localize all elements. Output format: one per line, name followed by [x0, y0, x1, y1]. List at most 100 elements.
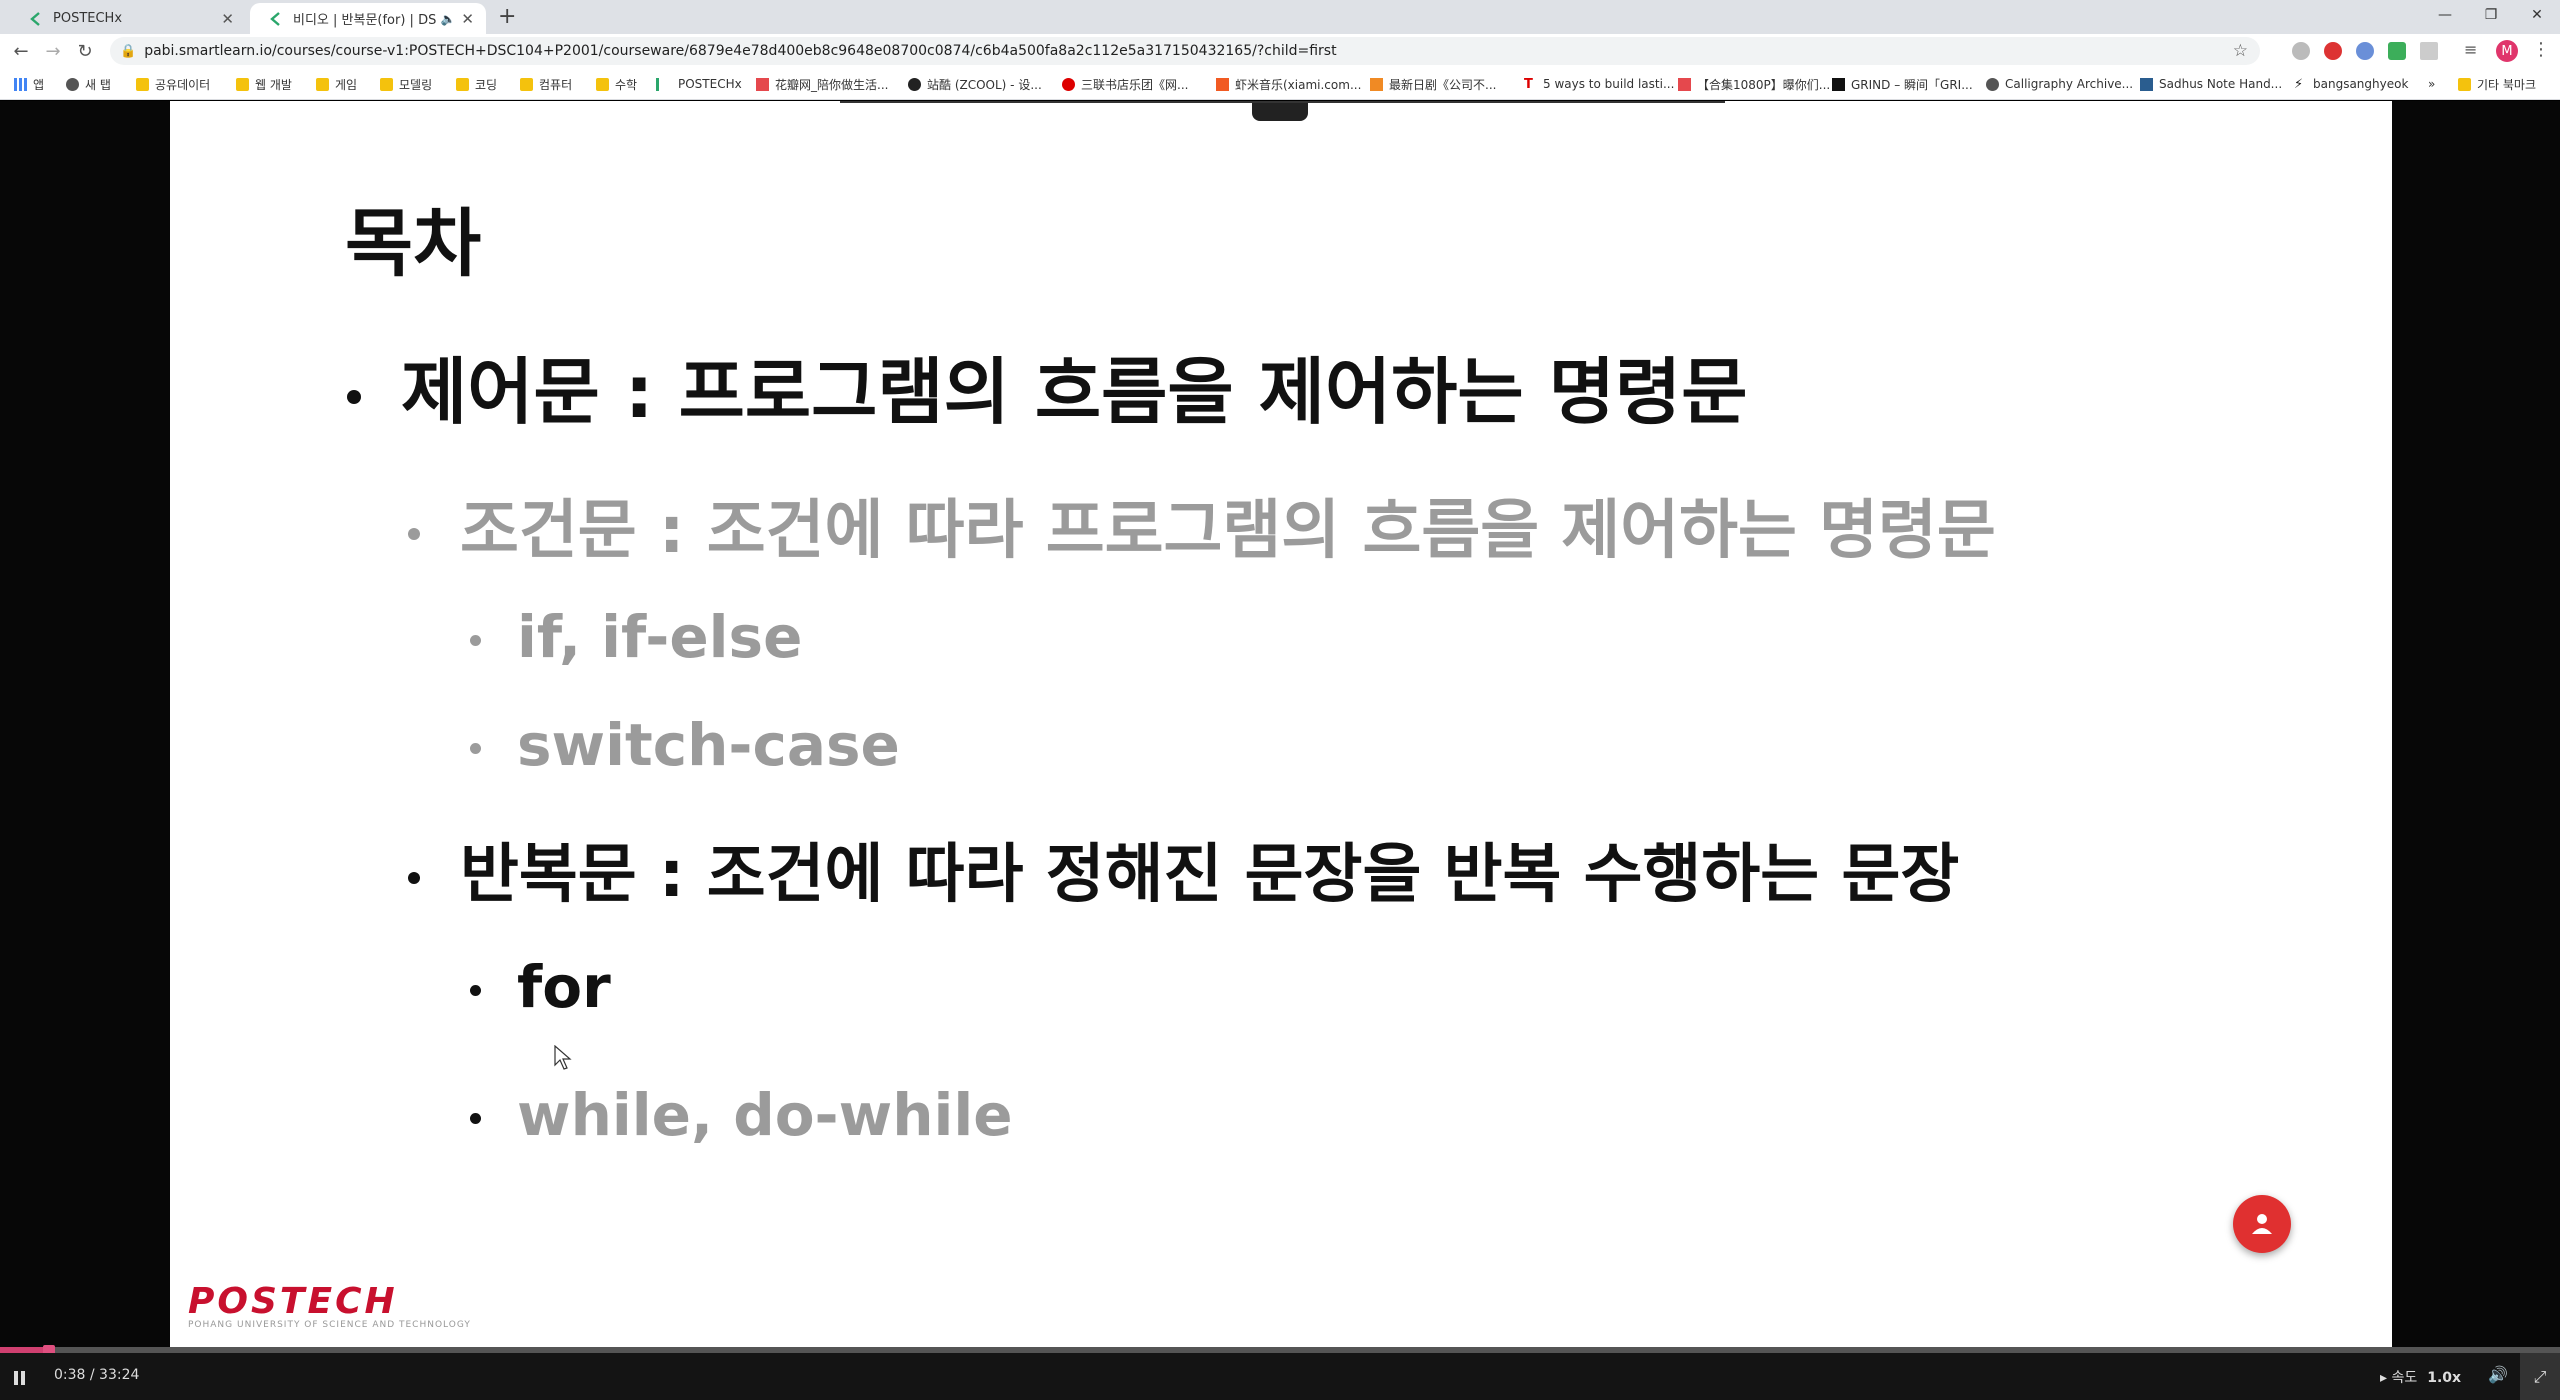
t-icon: T — [1524, 76, 1533, 92]
bookmark-apps[interactable]: 앱 — [14, 75, 44, 93]
extension-blue-icon[interactable] — [2356, 42, 2374, 60]
postech-logo: POSTECH POHANG UNIVERSITY OF SCIENCE AND… — [188, 1281, 471, 1330]
folder-icon — [236, 77, 249, 91]
tab-close-icon[interactable]: ✕ — [461, 10, 474, 28]
folder-icon — [2458, 77, 2471, 91]
bullet-item: switch-case — [470, 711, 900, 779]
tab-postechx[interactable]: POSTECHx ✕ — [10, 3, 246, 34]
back-button[interactable]: ← — [8, 38, 34, 64]
tab-title: 비디오 | 반복문(for) | DSC10 — [293, 13, 437, 28]
bullet-dot — [408, 528, 420, 541]
bookmark-folder[interactable]: 공유데이터 — [136, 75, 210, 93]
bookmark-folder[interactable]: 웹 개발 — [236, 75, 292, 93]
bilibili-icon — [1678, 77, 1691, 91]
zcool-icon — [908, 77, 921, 91]
mouse-cursor-icon — [554, 1045, 572, 1070]
bullet-dot — [408, 872, 420, 885]
tab-strip: POSTECHx ✕ 비디오 | 반복문(for) | DSC10 🔈 ✕ + … — [0, 0, 2560, 34]
bullet-item: 조건문 : 조건에 따라 프로그램의 흐름을 제어하는 명령문 — [408, 479, 1996, 571]
bullet-item: 반복문 : 조건에 따라 정해진 문장을 반복 수행하는 문장 — [408, 823, 1959, 915]
bookmark-item[interactable]: T5 ways to build lasti... — [1524, 75, 1674, 93]
tab-close-icon[interactable]: ✕ — [221, 10, 234, 28]
bullet-dot — [470, 985, 481, 997]
player-controls: 0:38 / 33:24 ▸ 속도 1.0x 🔊 ⤢ — [0, 1353, 2560, 1400]
extension-cloud-icon[interactable] — [2292, 42, 2310, 60]
postechx-favicon-icon — [30, 11, 40, 26]
extension-shield-icon[interactable] — [2388, 42, 2406, 60]
address-bar[interactable]: 🔒 pabi.smartlearn.io/courses/course-v1:P… — [110, 37, 2260, 65]
media-controls-icon[interactable]: ≡ — [2464, 40, 2482, 59]
bookmark-folder[interactable]: 모델링 — [380, 75, 432, 93]
browser-toolbar: ← → ↻ 🔒 pabi.smartlearn.io/courses/cours… — [0, 34, 2560, 68]
bookmark-item[interactable]: GRIND – 瞬间「GRI... — [1832, 75, 1973, 93]
slide-top-handle — [1252, 103, 1308, 121]
bullet-dot — [470, 1113, 481, 1125]
restore-icon[interactable]: ❐ — [2468, 0, 2514, 30]
apps-grid-icon — [14, 77, 27, 91]
tab-title: POSTECHx — [53, 11, 123, 26]
bookmark-item[interactable]: POSTECHx — [656, 75, 742, 93]
extension-red-icon[interactable] — [2324, 42, 2342, 60]
url-text: pabi.smartlearn.io/courses/course-v1:POS… — [144, 43, 1337, 59]
bookmark-item[interactable]: 最新日剧《公司不... — [1370, 75, 1496, 93]
bolt-icon: ⚡ — [2294, 76, 2304, 92]
close-window-icon[interactable]: ✕ — [2514, 0, 2560, 30]
xiami-icon — [1216, 77, 1229, 91]
folder-icon — [380, 77, 393, 91]
bookmark-item[interactable]: ⚡ bangsanghyeok — [2294, 75, 2408, 93]
bookmark-item[interactable]: 새 탭 — [66, 75, 111, 93]
minimize-icon[interactable]: — — [2422, 0, 2468, 30]
bookmark-star-icon[interactable]: ☆ — [2233, 41, 2248, 61]
bullet-dot — [347, 390, 361, 405]
folder-icon — [520, 77, 533, 91]
tab-video[interactable]: 비디오 | 반복문(for) | DSC10 🔈 ✕ — [250, 3, 486, 34]
slide-title: 목차 — [345, 201, 482, 287]
bookmark-item[interactable]: 花瓣网_陪你做生活... — [756, 75, 888, 93]
bookmark-item[interactable]: 【合集1080P】曝你们... — [1678, 75, 1830, 93]
huaban-icon — [756, 77, 769, 91]
audio-playing-icon[interactable]: 🔈 — [440, 12, 455, 26]
bullet-item: if, if-else — [470, 603, 802, 671]
bullet-dot — [470, 635, 481, 647]
postechx-favicon-icon — [270, 11, 280, 26]
speed-control[interactable]: ▸ 속도 1.0x — [2380, 1367, 2461, 1387]
bookmark-item[interactable]: 站酷 (ZCOOL) - 设... — [908, 75, 1042, 93]
bullet-dot — [470, 743, 481, 755]
volume-icon[interactable]: 🔊 — [2488, 1365, 2508, 1384]
folder-icon — [136, 77, 149, 91]
music-icon — [1062, 77, 1075, 91]
globe-icon — [1986, 77, 1999, 91]
bullet-item: while, do-while — [470, 1081, 1013, 1149]
bookmarks-bar: 앱 새 탭 공유데이터 웹 개발 게임 모델링 코딩 컴퓨터 수학 POSTEC… — [0, 68, 2560, 100]
person-chat-icon — [2252, 1214, 2272, 1234]
bullet-item: for — [470, 953, 611, 1021]
pause-button[interactable] — [14, 1371, 26, 1385]
profile-avatar[interactable]: M — [2496, 40, 2518, 62]
menu-kebab-icon[interactable]: ⋮ — [2532, 39, 2550, 60]
play-triangle-icon: ▸ — [2380, 1370, 2392, 1386]
bookmark-item[interactable]: 虾米音乐(xiami.com... — [1216, 75, 1361, 93]
playback-time: 0:38 / 33:24 — [54, 1367, 140, 1383]
bookmark-item[interactable]: 三联书店乐团《网... — [1062, 75, 1188, 93]
lecture-slide: 목차 제어문 : 프로그램의 흐름을 제어하는 명령문 조건문 : 조건에 따라… — [170, 101, 2392, 1347]
globe-icon — [66, 77, 79, 91]
bookmark-other-folder[interactable]: 기타 북마크 — [2458, 75, 2536, 93]
fullscreen-button[interactable]: ⤢ — [2520, 1353, 2560, 1400]
drama-icon — [1370, 77, 1383, 91]
bookmark-folder[interactable]: 수학 — [596, 75, 637, 93]
folder-icon — [456, 77, 469, 91]
bookmark-item[interactable]: Calligraphy Archive... — [1986, 75, 2133, 93]
bookmark-folder[interactable]: 게임 — [316, 75, 357, 93]
chat-assistant-button[interactable] — [2233, 1195, 2291, 1253]
bookmark-folder[interactable]: 코딩 — [456, 75, 497, 93]
bookmark-folder[interactable]: 컴퓨터 — [520, 75, 572, 93]
bookmark-item[interactable]: Sadhus Note Hand... — [2140, 75, 2282, 93]
new-tab-button[interactable]: + — [498, 4, 516, 30]
forward-button[interactable]: → — [40, 38, 66, 64]
lock-icon: 🔒 — [120, 43, 137, 59]
bookmarks-overflow-button[interactable]: » — [2428, 75, 2435, 93]
sadhus-icon — [2140, 77, 2153, 91]
extension-gray-icon[interactable] — [2420, 42, 2438, 60]
folder-icon — [596, 77, 609, 91]
reload-button[interactable]: ↻ — [72, 38, 98, 64]
